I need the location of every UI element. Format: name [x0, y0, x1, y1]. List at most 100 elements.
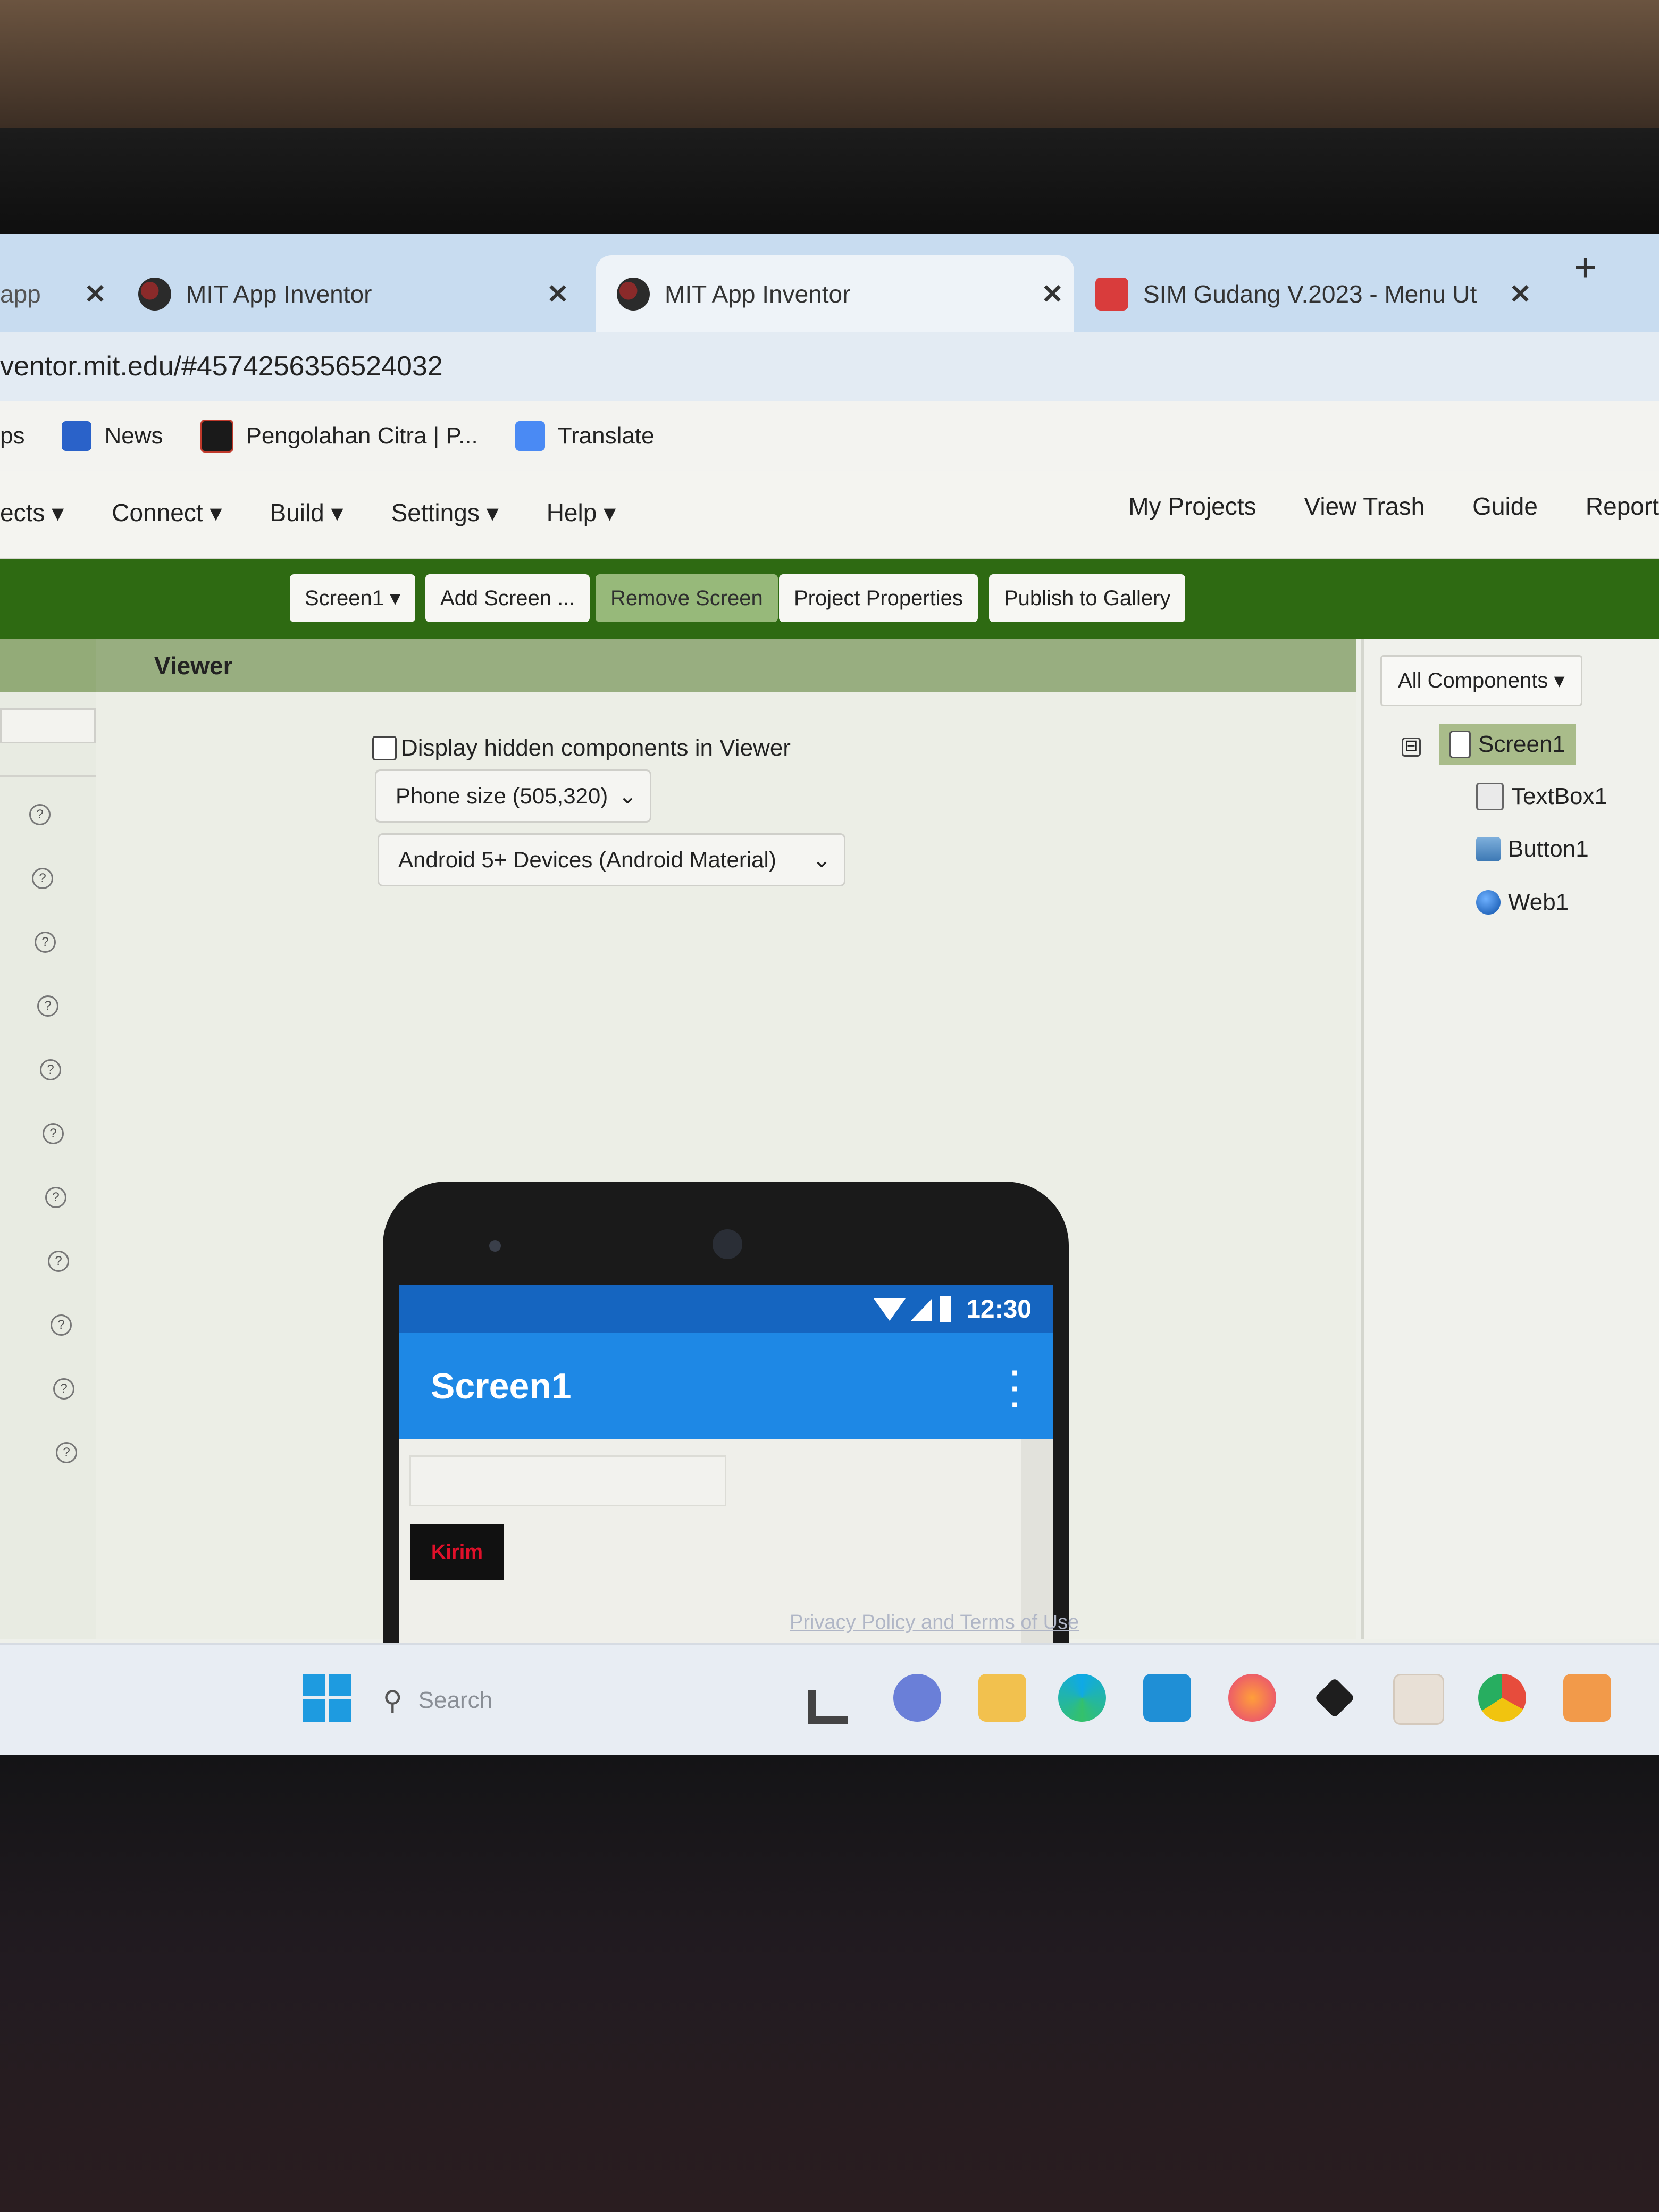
close-tab-icon[interactable]: ✕: [1509, 279, 1531, 309]
close-tab-icon[interactable]: ✕: [547, 279, 569, 309]
background-wall: [0, 0, 1659, 128]
tab-mit-app-inventor[interactable]: MIT App Inventor ✕: [138, 255, 580, 332]
palette-panel: ? ? ? ? ? ? ? ? ? ? ?: [0, 639, 110, 1639]
palette-header: [0, 639, 106, 692]
viewer-title: Viewer: [96, 639, 1356, 692]
tree-node-textbox1[interactable]: TextBox1: [1476, 783, 1607, 810]
mit-logo-icon: [138, 277, 171, 311]
tab-sim-gudang[interactable]: SIM Gudang V.2023 - Menu Ut ✕: [1095, 255, 1542, 332]
components-panel: All Components ▾ ⊟ Screen1 TextBox1 Butt…: [1361, 639, 1659, 1639]
dropbox-icon[interactable]: [1314, 1677, 1355, 1719]
help-icon[interactable]: ?: [29, 804, 51, 825]
phone-screen-title: Screen1: [431, 1366, 572, 1406]
menu-settings[interactable]: Settings ▾: [391, 498, 499, 527]
tab-app[interactable]: app ✕: [0, 255, 117, 332]
divider: [0, 775, 106, 777]
file-explorer-icon[interactable]: [978, 1674, 1026, 1722]
edge-icon[interactable]: [1058, 1674, 1106, 1722]
palette-search-input[interactable]: [0, 708, 96, 743]
menu-left: ects ▾ Connect ▾ Build ▾ Settings ▾ Help…: [0, 498, 664, 527]
tree-node-label: Button1: [1508, 836, 1589, 862]
close-tab-icon[interactable]: ✕: [1041, 279, 1063, 309]
help-icon[interactable]: ?: [43, 1123, 64, 1144]
tab-mit-app-inventor-active[interactable]: MIT App Inventor ✕: [596, 255, 1074, 332]
bookmark-translate[interactable]: Translate: [515, 421, 655, 451]
theme-select[interactable]: Android 5+ Devices (Android Material) ⌄: [378, 833, 845, 886]
bookmark-apps[interactable]: ps: [0, 423, 24, 449]
firefox-icon[interactable]: [1228, 1674, 1276, 1722]
mit-logo-icon: [617, 277, 650, 311]
help-icon[interactable]: ?: [40, 1059, 61, 1080]
tree-node-label: TextBox1: [1511, 783, 1607, 809]
xampp-icon[interactable]: [1563, 1674, 1611, 1722]
bookmark-pengolahan-citra[interactable]: Pengolahan Citra | P...: [200, 420, 478, 453]
phone-size-select[interactable]: Phone size (505,320) ⌄: [375, 769, 651, 823]
tree-node-screen1[interactable]: Screen1: [1439, 724, 1576, 765]
chrome-icon[interactable]: [1478, 1674, 1526, 1722]
menu-connect[interactable]: Connect ▾: [112, 498, 222, 527]
chevron-down-icon: ⌄: [618, 783, 637, 808]
display-hidden-checkbox[interactable]: [372, 736, 397, 760]
mail-icon[interactable]: [1143, 1674, 1191, 1722]
bookmark-label: News: [104, 423, 163, 449]
help-icon[interactable]: ?: [37, 995, 58, 1017]
url-text[interactable]: ventor.mit.edu/#4574256356524032: [0, 350, 443, 382]
project-properties-button[interactable]: Project Properties: [779, 574, 978, 622]
help-icon[interactable]: ?: [51, 1314, 72, 1336]
phone-clock: 12:30: [966, 1295, 1032, 1323]
remove-screen-button[interactable]: Remove Screen: [596, 574, 778, 622]
new-tab-button[interactable]: +: [1574, 245, 1597, 290]
menu-right: My Projects View Trash Guide Report: [1080, 492, 1659, 521]
guide-link[interactable]: Guide: [1472, 492, 1538, 521]
pengolahan-icon: [200, 420, 233, 453]
privacy-policy-link[interactable]: Privacy Policy and Terms of Use: [790, 1611, 1079, 1634]
overflow-menu-icon: · · ·: [1010, 1355, 1021, 1422]
monitor-bezel-top: [0, 128, 1659, 250]
bookmark-label: Pengolahan Citra | P...: [246, 423, 478, 449]
screen-icon: [1449, 731, 1471, 758]
viewer-panel: Viewer Display hidden components in View…: [96, 639, 1356, 1755]
designer-toolbar: Screen1 ▾ Add Screen ... Remove Screen P…: [0, 559, 1659, 639]
bookmark-news[interactable]: News: [62, 421, 163, 451]
view-trash-link[interactable]: View Trash: [1304, 492, 1425, 521]
phone-sensor: [489, 1240, 501, 1252]
globe-icon: [1476, 890, 1501, 915]
monitor-screen: app ✕ MIT App Inventor ✕ MIT App Invento…: [0, 234, 1659, 1755]
chevron-down-icon: ⌄: [812, 847, 831, 872]
help-icon[interactable]: ?: [35, 932, 56, 953]
kirim-button[interactable]: Kirim: [410, 1524, 504, 1580]
menu-help[interactable]: Help ▾: [547, 498, 616, 527]
widgets-icon[interactable]: [808, 1690, 848, 1724]
chat-icon[interactable]: [893, 1674, 941, 1722]
close-tab-icon[interactable]: ✕: [84, 279, 106, 309]
help-icon[interactable]: ?: [48, 1251, 69, 1272]
menu-projects[interactable]: ects ▾: [0, 498, 64, 527]
publish-to-gallery-button[interactable]: Publish to Gallery: [989, 574, 1186, 622]
all-components-dropdown[interactable]: All Components ▾: [1380, 655, 1582, 706]
taskbar-search[interactable]: ⚲ Search: [383, 1677, 702, 1724]
amazon-icon[interactable]: [1393, 1674, 1444, 1725]
add-screen-button[interactable]: Add Screen ...: [425, 574, 590, 622]
bookmark-label: ps: [0, 423, 25, 449]
my-projects-link[interactable]: My Projects: [1128, 492, 1256, 521]
sim-gudang-icon: [1095, 277, 1128, 311]
help-icon[interactable]: ?: [45, 1187, 66, 1208]
tree-node-web1[interactable]: Web1: [1476, 889, 1569, 916]
phone-size-value: Phone size (505,320): [396, 783, 608, 808]
report-link[interactable]: Report: [1586, 492, 1659, 521]
tree-node-button1[interactable]: Button1: [1476, 836, 1589, 862]
screen-select-button[interactable]: Screen1 ▾: [290, 574, 416, 622]
help-icon[interactable]: ?: [32, 868, 53, 889]
address-bar[interactable]: ventor.mit.edu/#4574256356524032: [0, 332, 1659, 401]
textbox1-preview[interactable]: [409, 1455, 726, 1506]
windows-start-icon[interactable]: [303, 1674, 351, 1722]
bookmark-label: Translate: [557, 423, 655, 449]
menu-build[interactable]: Build ▾: [270, 498, 343, 527]
tab-label: MIT App Inventor: [665, 280, 851, 308]
display-hidden-row: Display hidden components in Viewer: [372, 735, 791, 761]
help-icon[interactable]: ?: [53, 1378, 74, 1400]
help-icon[interactable]: ?: [56, 1442, 77, 1463]
app-menu-bar: ects ▾ Connect ▾ Build ▾ Settings ▾ Help…: [0, 471, 1659, 560]
tab-label: MIT App Inventor: [186, 280, 372, 308]
collapse-icon[interactable]: ⊟: [1402, 738, 1421, 757]
